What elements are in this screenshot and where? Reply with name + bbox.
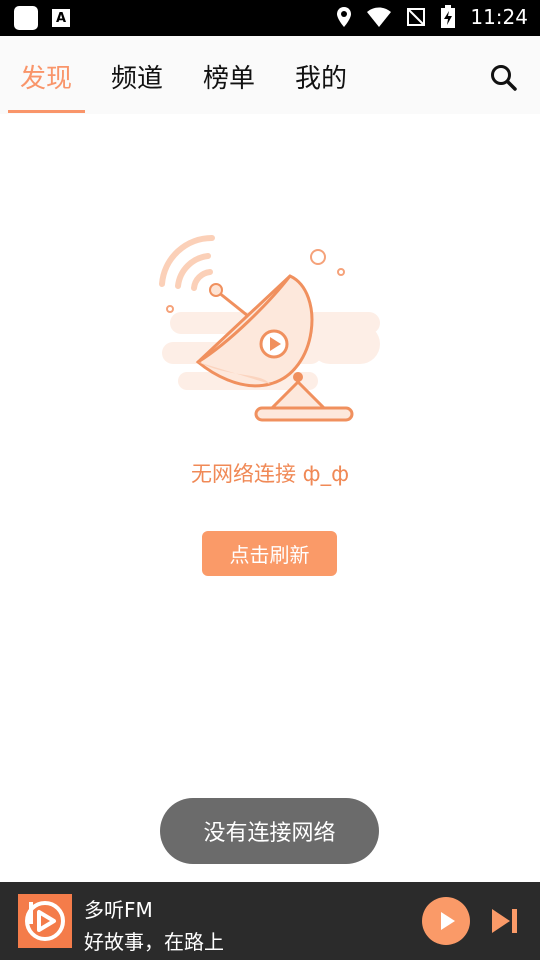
app-notification-icon bbox=[14, 6, 38, 30]
tab-discover[interactable]: 发现 bbox=[20, 58, 72, 95]
app-logo-icon bbox=[25, 901, 65, 941]
album-cover[interactable] bbox=[18, 894, 72, 948]
refresh-button[interactable]: 点击刷新 bbox=[202, 531, 337, 576]
play-icon bbox=[441, 912, 455, 930]
battery-charging-icon bbox=[441, 5, 456, 28]
tab-charts[interactable]: 榜单 bbox=[203, 58, 255, 95]
status-bar: A 11:24 bbox=[0, 0, 540, 36]
skip-next-icon[interactable] bbox=[490, 907, 520, 935]
player-title: 多听FM bbox=[84, 898, 153, 922]
play-button[interactable] bbox=[422, 897, 470, 945]
no-signal-icon bbox=[407, 8, 426, 26]
tab-channels[interactable]: 频道 bbox=[111, 58, 163, 95]
toast-message: 没有连接网络 bbox=[160, 798, 379, 864]
no-network-illustration bbox=[159, 234, 380, 422]
top-navigation: 发现 频道 榜单 我的 bbox=[0, 36, 540, 114]
wifi-icon bbox=[367, 7, 392, 27]
mini-player[interactable]: 多听FM 好故事，在路上 bbox=[0, 882, 540, 960]
active-tab-indicator bbox=[8, 110, 85, 113]
font-notification-icon: A bbox=[52, 9, 70, 27]
clock: 11:24 bbox=[470, 5, 528, 29]
tab-mine[interactable]: 我的 bbox=[295, 58, 347, 95]
player-subtitle: 好故事，在路上 bbox=[84, 930, 224, 954]
no-network-message: 无网络连接 ф_ф bbox=[190, 462, 350, 486]
search-icon[interactable] bbox=[488, 62, 520, 94]
location-icon bbox=[337, 7, 352, 27]
